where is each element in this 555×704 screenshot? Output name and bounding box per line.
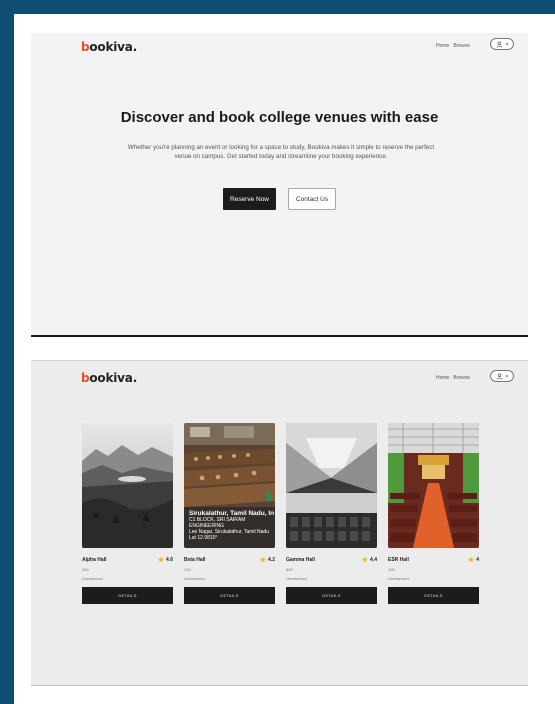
nav-links: Home Browse — [436, 375, 470, 381]
rating-value: 4.4 — [370, 557, 377, 563]
chevron-down-icon — [505, 375, 508, 378]
logo-text: ookiva. — [89, 371, 138, 385]
venue-cards: Alpha Hall ★4.6 200 Unreserved DETAILS — [82, 423, 479, 604]
card-header: Gamma Hall ★ 4.4 — [286, 556, 377, 564]
user-icon — [496, 40, 502, 48]
venue-card-beta[interactable]: Sirukalathur, Tamil Nadu, In C1 BLOCK, S… — [184, 423, 275, 604]
venue-image-esr — [388, 423, 479, 548]
chevron-down-icon — [505, 43, 508, 46]
card-header: ESR Hall ★ 4 — [388, 556, 479, 564]
star-icon: ★ — [467, 557, 475, 564]
venue-image-alpha — [82, 423, 173, 548]
venue-name: Beta Hall — [184, 557, 206, 563]
venue-status: Unreserved — [82, 576, 103, 581]
venue-capacity: 100 — [388, 567, 395, 572]
logo[interactable]: bookiva. — [81, 40, 137, 54]
navbar: bookiva. Home Browse — [31, 33, 528, 61]
venue-rating: ★ 4.6 — [158, 556, 173, 564]
venue-name: Alpha Hall — [82, 557, 107, 563]
details-button[interactable]: DETAILS — [286, 587, 377, 604]
landing-page: bookiva. Home Browse Discover and book c… — [31, 33, 528, 337]
browse-page: bookiva. Home Browse Alpha Hall ★ 4.6 20… — [31, 360, 528, 686]
venue-capacity: 500 — [286, 567, 293, 572]
details-button[interactable]: DETAILS — [388, 587, 479, 604]
contact-us-button[interactable]: Contact Us — [288, 188, 336, 210]
screenshot-canvas: bookiva. Home Browse Discover and book c… — [14, 14, 555, 704]
venue-status: Unreserved — [184, 576, 205, 581]
navbar: bookiva. Home Browse — [31, 361, 528, 389]
rating-value: 4.6 — [166, 557, 173, 563]
user-icon — [496, 372, 502, 380]
user-menu-button[interactable] — [490, 38, 514, 50]
overlay-line: Lat 12.9810° — [189, 535, 218, 541]
overlay-line: C1 BLOCK, SRI SAIRAM ENGINEERING — [189, 517, 246, 529]
venue-name: Gamma Hall — [286, 557, 315, 563]
nav-browse[interactable]: Browse — [453, 43, 470, 49]
hero-description: Whether you're planning an event or look… — [127, 144, 435, 160]
reserve-now-button[interactable]: Reserve Now — [223, 188, 276, 210]
venue-status: Unreserved — [286, 576, 307, 581]
details-button[interactable]: DETAILS — [82, 587, 173, 604]
details-button[interactable]: DETAILS — [184, 587, 275, 604]
star-icon: ★ — [259, 557, 267, 564]
venue-card-gamma[interactable]: Gamma Hall ★ 4.4 500 Unreserved DETAILS — [286, 423, 377, 604]
venue-rating: ★ 4.4 — [362, 556, 377, 564]
logo[interactable]: bookiva. — [81, 371, 137, 385]
venue-rating: ★ 4.2 — [260, 556, 275, 564]
venue-status: Unreserved — [388, 576, 409, 581]
star-icon: ★ — [361, 557, 369, 564]
user-menu-button[interactable] — [490, 370, 514, 382]
venue-name: ESR Hall — [388, 557, 409, 563]
venue-capacity: 120 — [184, 567, 191, 572]
geo-tag-overlay: Sirukalathur, Tamil Nadu, In C1 BLOCK, S… — [189, 510, 275, 541]
hero-buttons: Reserve Now Contact Us — [31, 188, 528, 210]
nav-browse[interactable]: Browse — [453, 375, 470, 381]
nav-home[interactable]: Home — [436, 375, 449, 381]
rating-value: 4.2 — [268, 557, 275, 563]
star-icon: ★ — [157, 557, 165, 564]
venue-card-alpha[interactable]: Alpha Hall ★ 4.6 200 Unreserved DETAILS — [82, 423, 173, 604]
hero-title: Discover and book college venues with ea… — [120, 109, 439, 126]
venue-image-gamma — [286, 423, 377, 548]
card-header: Alpha Hall ★ 4.6 — [82, 556, 173, 564]
venue-rating: ★ 4 — [468, 556, 479, 564]
card-header: Beta Hall ★ 4.2 — [184, 556, 275, 564]
rating-value: 4 — [476, 557, 479, 563]
venue-capacity: 200 — [82, 567, 89, 572]
logo-text: ookiva. — [89, 40, 138, 54]
nav-home[interactable]: Home — [436, 43, 449, 49]
nav-links: Home Browse — [436, 43, 470, 49]
venue-card-esr[interactable]: ESR Hall ★ 4 100 Unreserved DETAILS — [388, 423, 479, 604]
venue-image-beta: Sirukalathur, Tamil Nadu, In C1 BLOCK, S… — [184, 423, 275, 548]
